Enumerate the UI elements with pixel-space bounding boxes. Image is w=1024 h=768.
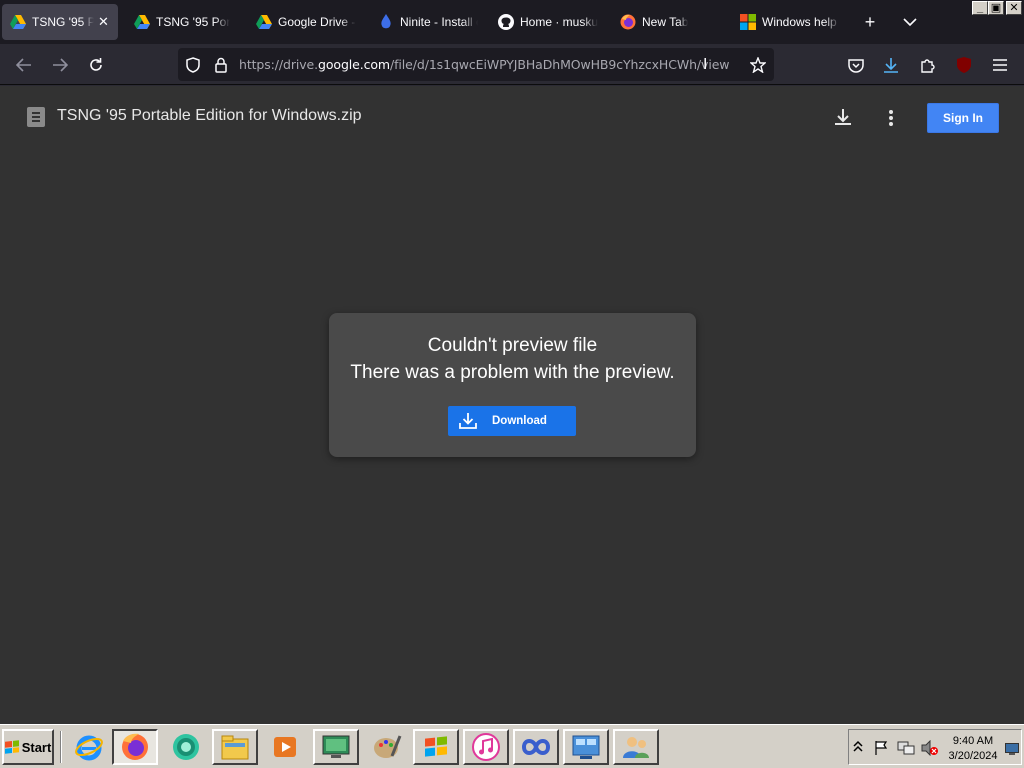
tab-new-tab[interactable]: New Tab	[612, 4, 728, 40]
taskbar-separator	[60, 731, 62, 763]
firefox-icon[interactable]	[112, 729, 158, 765]
drive-preview-page: TSNG '95 Portable Edition for Windows.zi…	[0, 86, 1024, 724]
archive-file-icon	[27, 107, 45, 127]
chevron-down-icon	[903, 18, 917, 27]
tab-tsng[interactable]: TSNG '95 Portable Edition	[126, 4, 238, 40]
display-settings-icon[interactable]	[313, 729, 359, 765]
navigation-toolbar: https://drive.google.com/file/d/1s1qwcEi…	[0, 44, 1024, 106]
show-desktop-icon[interactable]	[1005, 742, 1019, 760]
tab-tsng-zip[interactable]: TSNG '95 Portable Edition for Windows.zi…	[2, 4, 118, 40]
network-icon[interactable]	[897, 740, 915, 761]
internet-explorer-icon[interactable]	[66, 729, 112, 765]
messenger-icon[interactable]	[163, 729, 209, 765]
firefox-icon	[620, 14, 636, 30]
preview-error-card: Couldn't preview file There was a proble…	[329, 313, 696, 457]
taskbar: Start 9:40 AM 3/20/2024	[0, 724, 1024, 768]
url-bar[interactable]: https://drive.google.com/file/d/1s1qwcEi…	[178, 48, 774, 81]
puzzle-icon	[921, 59, 935, 73]
tab-google-drive[interactable]: Google Drive - Windows	[248, 4, 364, 40]
windows-update-icon[interactable]	[413, 729, 459, 765]
hamburger-menu-icon	[993, 59, 1007, 71]
pocket-icon	[848, 58, 864, 73]
volume-muted-icon[interactable]	[921, 739, 939, 761]
reload-icon	[90, 58, 102, 71]
google-drive-icon	[134, 14, 150, 30]
bookmark-star-icon[interactable]	[749, 56, 767, 74]
downloads-button[interactable]	[878, 52, 904, 78]
tab-ninite[interactable]: Ninite - Install or Update	[370, 4, 486, 40]
start-label: Start	[21, 739, 52, 755]
file-name: TSNG '95 Portable Edition for Windows.zi…	[57, 107, 362, 124]
forward-button[interactable]	[47, 52, 73, 78]
ublock-origin-icon	[957, 57, 971, 73]
error-message: There was a problem with the preview.	[350, 362, 675, 383]
back-button[interactable]	[11, 52, 37, 78]
pocket-button[interactable]	[843, 52, 869, 78]
download-icon	[835, 109, 851, 125]
ublock-button[interactable]	[951, 52, 977, 78]
download-icon	[459, 413, 477, 429]
clock-date: 3/20/2024	[948, 750, 998, 762]
url-text[interactable]: https://drive.google.com/file/d/1s1qwcEi…	[239, 57, 730, 72]
error-title: Couldn't preview file	[427, 335, 598, 356]
reload-button[interactable]	[83, 52, 109, 78]
system-tray: 9:40 AM 3/20/2024	[848, 729, 1022, 765]
tab-label: Ninite - Install or Update	[400, 15, 478, 29]
microsoft-icon	[740, 14, 756, 30]
window-close-button[interactable]: ✕	[1006, 1, 1022, 15]
file-explorer-icon[interactable]	[212, 729, 258, 765]
download-label: Download	[492, 415, 547, 427]
text-cursor-icon: I	[703, 56, 708, 73]
extensions-button[interactable]	[915, 52, 941, 78]
tab-label: New Tab	[642, 15, 689, 29]
download-file-button[interactable]: Download	[448, 406, 576, 436]
visual-studio-icon[interactable]	[513, 729, 559, 765]
tab-label: Windows help & learning	[762, 15, 840, 29]
tab-label: TSNG '95 Portable Edition	[156, 15, 230, 29]
download-button[interactable]	[832, 106, 854, 128]
lock-icon[interactable]	[212, 56, 230, 74]
minimize-button[interactable]: _	[972, 1, 988, 15]
more-actions-button[interactable]	[884, 107, 898, 129]
paint-icon[interactable]	[364, 729, 410, 765]
show-hidden-icons-button[interactable]	[853, 740, 863, 759]
tab-strip: TSNG '95 Portable Edition for Windows.zi…	[0, 0, 1024, 44]
windows-logo-icon	[4, 740, 19, 754]
ninite-icon	[378, 14, 394, 30]
restore-button[interactable]: ▣	[988, 1, 1004, 15]
google-drive-icon	[256, 14, 272, 30]
tab-label: Home · muskum	[520, 15, 598, 29]
new-tab-button[interactable]: +	[858, 10, 882, 34]
tracking-protection-icon[interactable]	[184, 56, 202, 74]
tab-github[interactable]: Home · muskum	[490, 4, 606, 40]
sign-in-button[interactable]: Sign In	[927, 103, 999, 133]
tab-label: TSNG '95 Portable Edition for Windows.zi…	[32, 15, 94, 29]
github-icon	[498, 14, 514, 30]
start-button[interactable]: Start	[2, 729, 54, 765]
itunes-icon[interactable]	[463, 729, 509, 765]
back-arrow-icon	[16, 58, 31, 72]
download-icon	[884, 58, 898, 73]
forward-arrow-icon	[53, 58, 68, 72]
menu-button[interactable]	[987, 52, 1013, 78]
close-icon[interactable]: ✕	[98, 14, 109, 30]
control-panel-icon[interactable]	[563, 729, 609, 765]
action-center-flag-icon[interactable]	[873, 740, 889, 761]
tab-list-button[interactable]	[898, 10, 922, 34]
media-player-icon[interactable]	[262, 729, 308, 765]
tab-windows-help[interactable]: Windows help & learning	[732, 4, 848, 40]
clock[interactable]: 9:40 AM 3/20/2024	[945, 734, 1001, 764]
clock-time: 9:40 AM	[952, 735, 994, 747]
tab-label: Google Drive - Windows	[278, 15, 356, 29]
users-icon[interactable]	[613, 729, 659, 765]
more-vert-icon	[889, 110, 893, 126]
google-drive-icon	[10, 14, 26, 30]
